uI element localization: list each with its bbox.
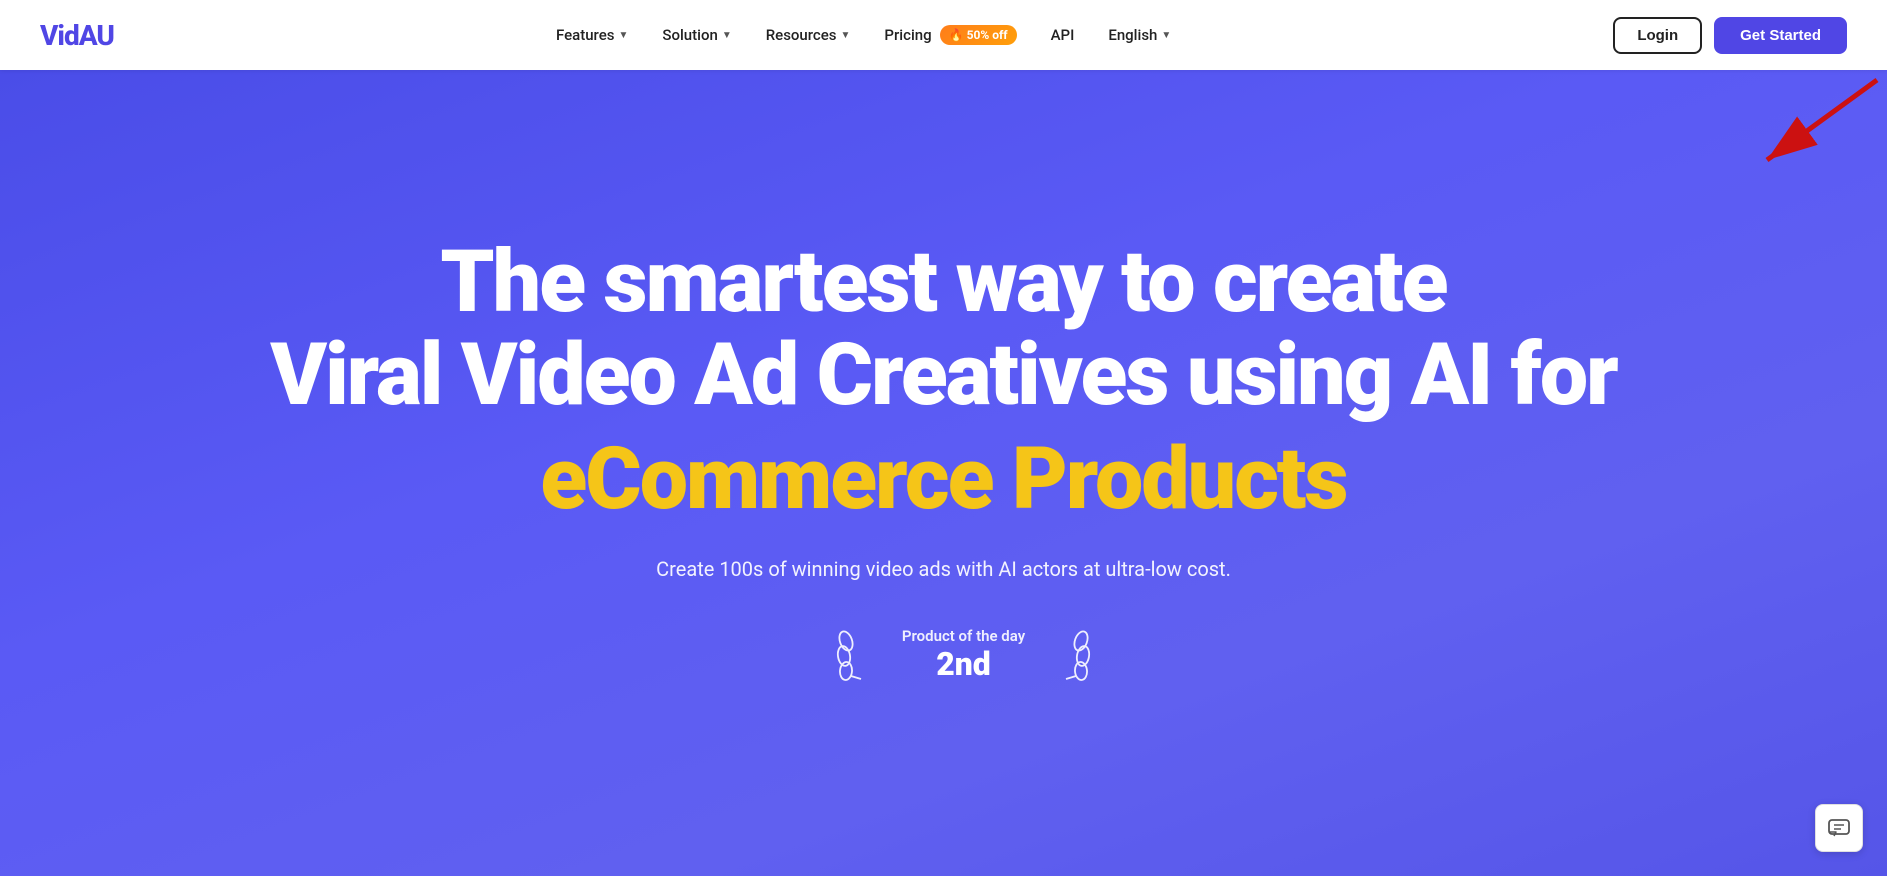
nav-features[interactable]: Features ▼ (542, 18, 642, 52)
nav-resources-label: Resources (766, 26, 837, 44)
nav-solution[interactable]: Solution ▼ (648, 18, 745, 52)
hero-section: The smartest way to create Viral Video A… (0, 70, 1887, 876)
nav-pricing-label: Pricing (884, 26, 931, 44)
chat-icon (1827, 816, 1851, 840)
product-of-day-label: Product of the day (902, 627, 1025, 645)
annotation-arrow (1727, 70, 1887, 190)
laurel-left-icon (796, 621, 886, 690)
chevron-down-icon: ▼ (722, 30, 732, 41)
hero-title: The smartest way to create Viral Video A… (270, 236, 1617, 422)
nav-resources[interactable]: Resources ▼ (752, 18, 865, 52)
navbar-actions: Login Get Started (1613, 17, 1847, 54)
nav-api-label: API (1051, 26, 1075, 44)
chat-bubble-button[interactable] (1815, 804, 1863, 852)
hero-subtitle: Create 100s of winning video ads with AI… (656, 557, 1231, 581)
nav-features-label: Features (556, 26, 614, 44)
hero-title-line2: Viral Video Ad Creatives using AI for (270, 329, 1617, 422)
navbar: VidAU Features ▼ Solution ▼ Resources ▼ … (0, 0, 1887, 70)
nav-language[interactable]: English ▼ (1094, 18, 1185, 52)
hero-title-line1: The smartest way to create (270, 236, 1617, 329)
laurel-right-icon (1041, 621, 1091, 690)
nav-pricing[interactable]: Pricing 🔥 50% off (870, 17, 1030, 53)
get-started-button[interactable]: Get Started (1714, 17, 1847, 54)
login-button[interactable]: Login (1613, 17, 1702, 54)
logo[interactable]: VidAU (40, 19, 114, 52)
chevron-down-icon: ▼ (841, 30, 851, 41)
nav-solution-label: Solution (662, 26, 717, 44)
nav-api[interactable]: API (1037, 18, 1089, 52)
nav-menu: Features ▼ Solution ▼ Resources ▼ Pricin… (114, 17, 1613, 53)
nav-language-label: English (1108, 26, 1157, 44)
product-of-day-rank: 2nd (902, 645, 1025, 683)
chevron-down-icon: ▼ (1161, 30, 1171, 41)
product-of-day: Product of the day 2nd (796, 621, 1091, 690)
hero-title-accent: eCommerce Products (540, 432, 1346, 527)
pricing-badge: 🔥 50% off (940, 25, 1017, 45)
chevron-down-icon: ▼ (618, 30, 628, 41)
